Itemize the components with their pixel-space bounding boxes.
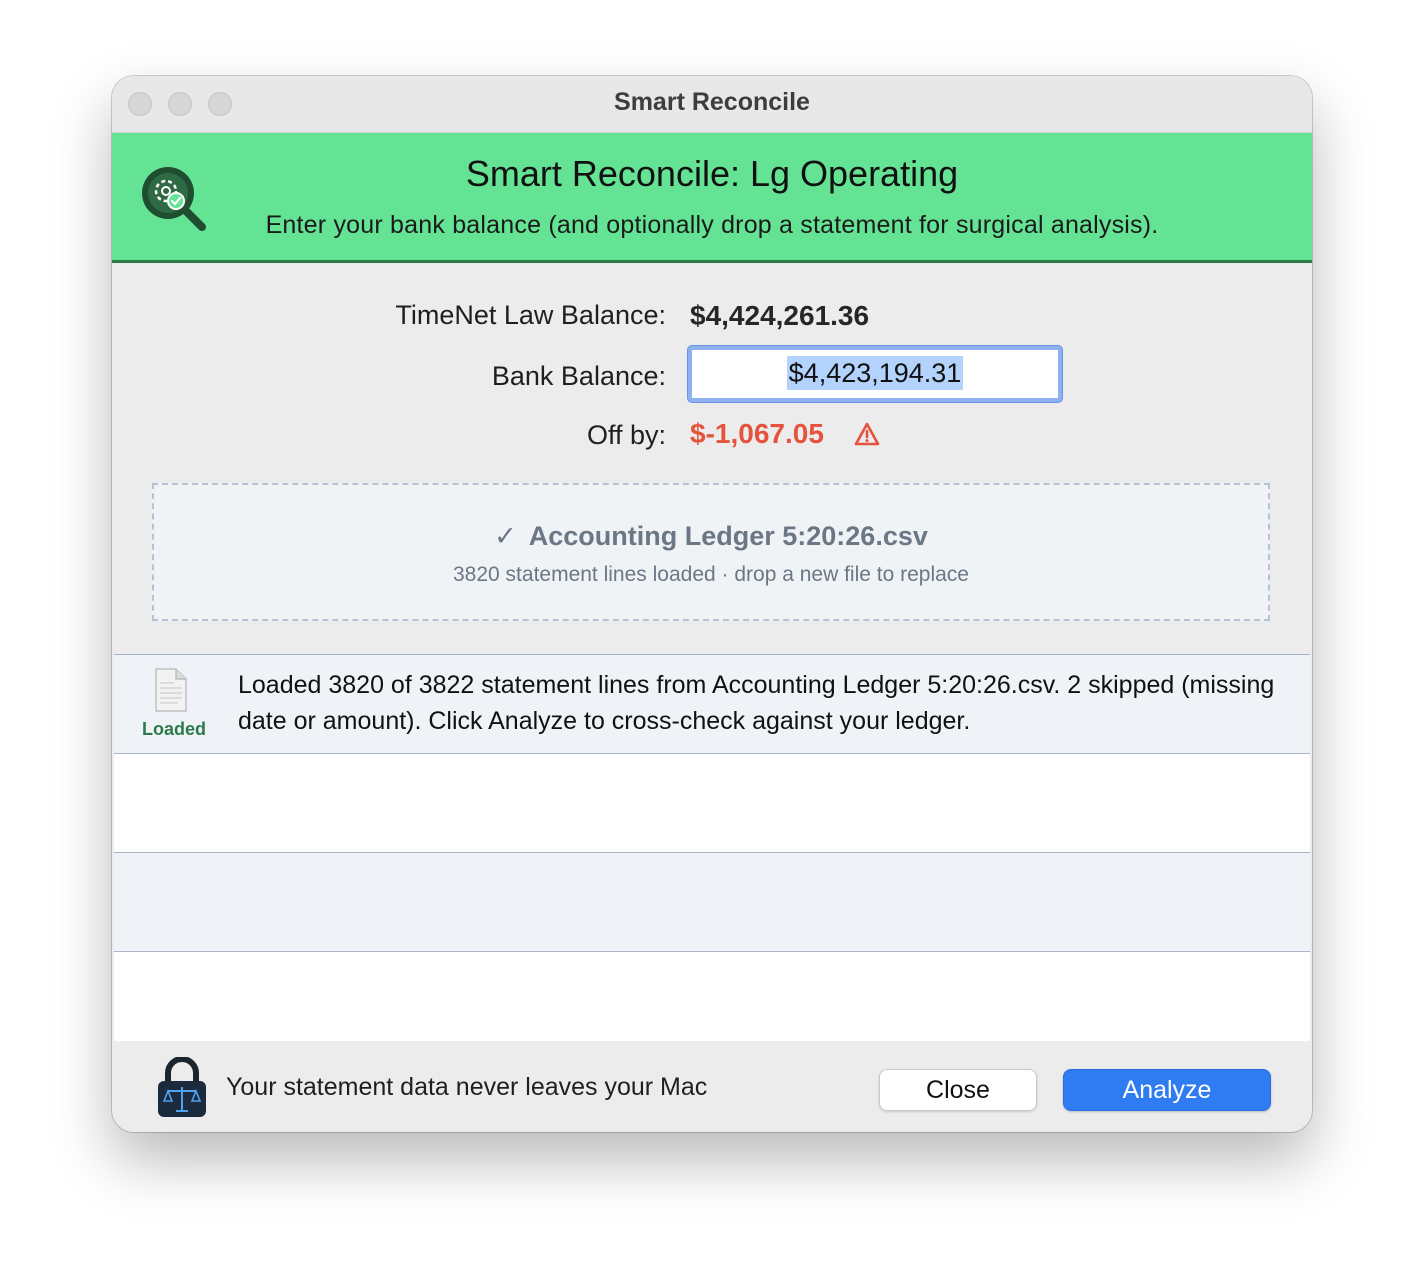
document-icon <box>155 668 187 712</box>
header-banner: Smart Reconcile: Lg Operating Enter your… <box>112 133 1312 263</box>
banner-title: Smart Reconcile: Lg Operating <box>465 153 959 194</box>
bank-balance-label: Bank Balance: <box>491 361 666 391</box>
banner-subtitle: Enter your bank balance (and optionally … <box>265 211 1159 239</box>
result-message: Loaded 3820 of 3822 statement lines from… <box>238 671 1275 735</box>
loaded-file-detail: 3820 statement lines loaded · drop a new… <box>453 563 969 586</box>
list-item <box>114 754 1310 853</box>
title-bar[interactable]: Smart Reconcile <box>112 76 1312 133</box>
loaded-file-name: Accounting Ledger 5:20:26.csv <box>528 521 928 551</box>
lock-scales-icon <box>158 1057 206 1117</box>
ledger-balance-label: TimeNet Law Balance: <box>395 300 666 330</box>
bank-balance-input[interactable]: $4,423,194.31 <box>688 346 1062 402</box>
status-label: Loaded <box>141 719 206 739</box>
list-item[interactable]: Loaded Loaded 3820 of 3822 statement lin… <box>114 655 1310 754</box>
results-list[interactable]: Loaded Loaded 3820 of 3822 statement lin… <box>114 654 1310 1041</box>
off-by-value: $-1,067.05 <box>690 418 824 449</box>
list-item <box>114 853 1310 952</box>
bank-balance-value[interactable]: $4,423,194.31 <box>786 356 964 390</box>
warning-triangle-icon <box>854 422 880 446</box>
analyze-button[interactable]: Analyze <box>1063 1069 1271 1111</box>
check-icon: ✓ <box>494 521 517 551</box>
smart-reconcile-window: Smart Reconcile Smart Reconcile: Lg Oper… <box>112 76 1312 1132</box>
statement-drop-zone[interactable]: ✓ Accounting Ledger 5:20:26.csv 3820 stat… <box>152 483 1270 621</box>
list-item <box>114 952 1310 1041</box>
ledger-balance-value: $4,424,261.36 <box>690 300 870 331</box>
privacy-note: Your statement data never leaves your Ma… <box>226 1073 708 1101</box>
loaded-file-title: ✓ Accounting Ledger 5:20:26.csv <box>154 521 1268 552</box>
off-by-label: Off by: <box>586 420 666 450</box>
close-button[interactable]: Close <box>879 1069 1037 1111</box>
footer-bar: Your statement data never leaves your Ma… <box>112 1041 1312 1132</box>
window-title: Smart Reconcile <box>614 88 810 116</box>
